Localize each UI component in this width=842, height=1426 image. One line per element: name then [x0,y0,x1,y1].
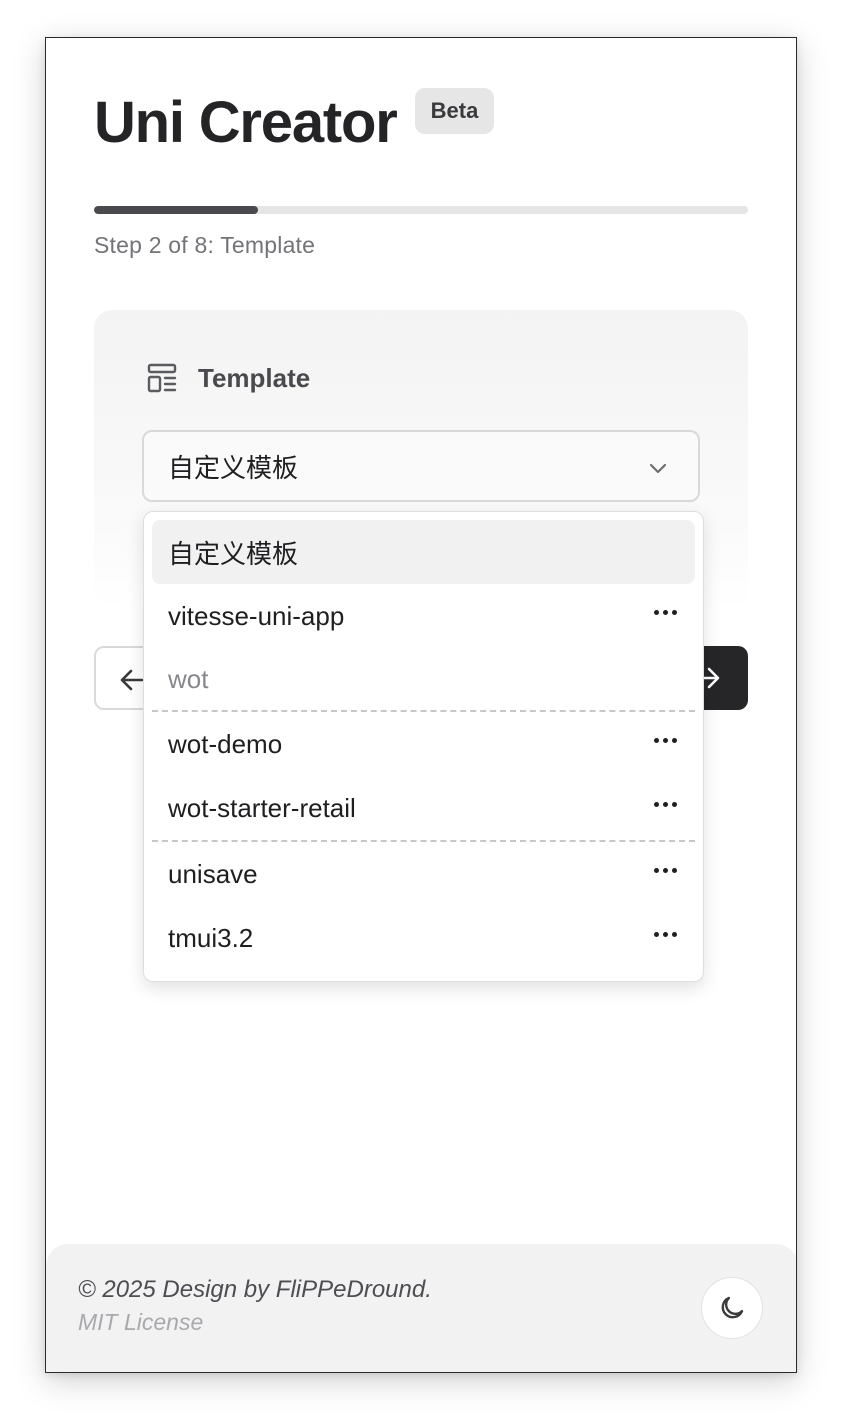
chevron-down-icon [649,463,667,474]
template-layout-icon [147,363,177,393]
footer: © 2025 Design by FliPPeDround. MIT Licen… [46,1244,796,1372]
option-unisave[interactable]: unisave [152,842,695,906]
more-icon[interactable] [654,802,677,807]
template-label: Template [198,362,311,393]
option-label: wot-starter-retail [168,792,356,823]
step-indicator: Step 2 of 8: Template [94,232,316,258]
moon-icon [721,1296,744,1319]
option-tmui[interactable]: tmui3.2 [152,906,695,970]
option-vitesse-uni-app[interactable]: vitesse-uni-app [152,584,695,648]
license-link[interactable]: MIT License [78,1309,203,1336]
more-icon[interactable] [654,868,677,873]
option-label: vitesse-uni-app [168,600,345,631]
theme-toggle-button[interactable] [701,1277,763,1339]
option-group-wot: wot [152,648,695,710]
copyright-text: © 2025 Design by FliPPeDround. [78,1276,432,1303]
more-icon[interactable] [654,932,677,937]
template-dropdown-menu: 自定义模板 vitesse-uni-app wot wot-demo wot-s… [143,511,704,982]
option-wot-demo[interactable]: wot-demo [152,712,695,776]
progress-fill [94,206,258,214]
app-window: Uni Creator Beta Step 2 of 8: Template T… [45,37,797,1373]
progress-bar [94,206,748,214]
option-label: tmui3.2 [168,922,254,953]
option-custom-template[interactable]: 自定义模板 [152,520,695,584]
app-title: Uni Creator [94,90,398,155]
header: Uni Creator Beta [94,88,495,158]
option-wot-starter-retail[interactable]: wot-starter-retail [152,776,695,840]
beta-badge: Beta [414,88,495,134]
option-label: unisave [168,858,258,889]
option-label: 自定义模板 [168,539,299,570]
more-icon[interactable] [654,610,677,615]
template-select-value: 自定义模板 [168,453,299,484]
more-icon[interactable] [654,738,677,743]
option-label: wot-demo [168,728,283,759]
arrow-left-icon [120,669,144,691]
template-card-header: Template [146,362,310,394]
template-select[interactable]: 自定义模板 [142,430,700,502]
group-label: wot [168,663,209,694]
